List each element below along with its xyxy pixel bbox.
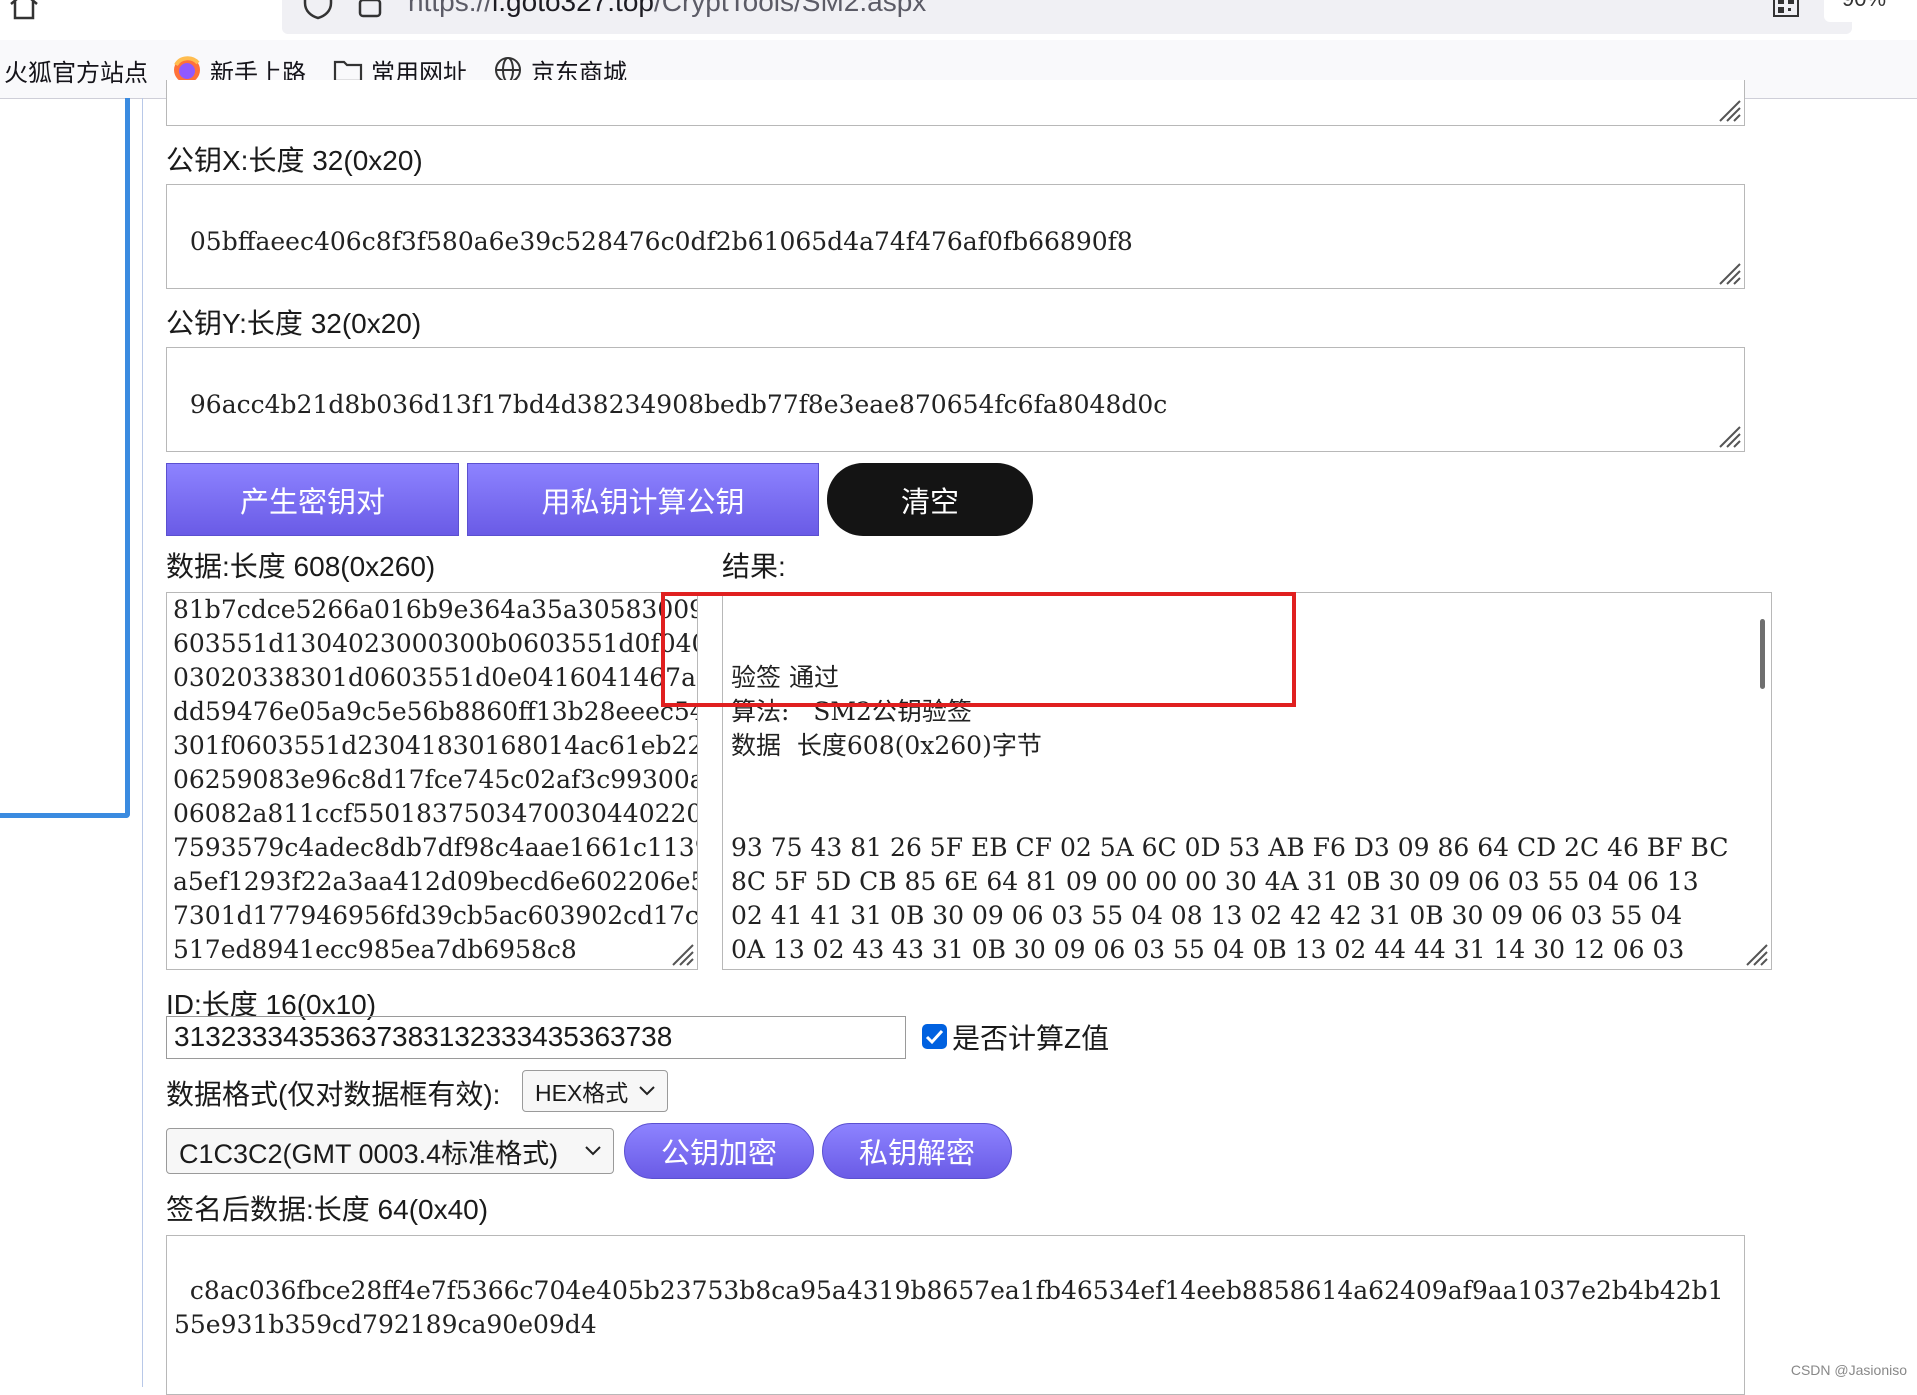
private-key-textarea[interactable]	[166, 80, 1745, 126]
chevron-down-icon	[585, 1146, 601, 1156]
resize-grip-icon[interactable]	[1715, 96, 1741, 122]
result-summary-line: 数据 长度608(0x260)字节	[731, 731, 1042, 760]
data-line: 7593579c4adec8db7df98c4aae1661c1139	[173, 833, 698, 862]
bookmark-label: 火狐官方站点	[4, 59, 148, 87]
public-key-x-label: 公钥X:长度 32(0x20)	[166, 145, 423, 176]
data-line: 517ed8941ecc985ea7db6958c8	[173, 935, 577, 964]
calc-z-label: 是否计算Z值	[952, 1023, 1110, 1054]
url-text[interactable]: https://l.goto327.top/CryptTools/SM2.asp…	[408, 0, 926, 18]
qr-code-icon[interactable]	[1772, 0, 1800, 18]
data-line: 301f0603551d23041830168014ac61eb228	[173, 731, 698, 760]
result-label: 结果:	[722, 551, 786, 582]
data-line: dd59476e05a9c5e56b8860ff13b28eeec54	[173, 697, 698, 726]
public-key-y-value: 96acc4b21d8b036d13f17bd4d38234908bedb77f…	[189, 390, 1168, 419]
result-hex-line: 0A 13 02 43 43 31 0B 30 09 06 03 55 04 0…	[731, 935, 1685, 964]
home-icon[interactable]	[8, 0, 40, 20]
page-divider	[142, 98, 143, 1387]
data-line: 06259083e96c8d17fce745c02af3c99300a	[173, 765, 698, 794]
generate-keypair-button[interactable]: 产生密钥对	[166, 463, 459, 536]
data-format-select[interactable]: HEX格式	[522, 1070, 668, 1112]
public-key-x-value: 05bffaeec406c8f3f580a6e39c528476c0df2b61…	[189, 227, 1133, 256]
data-format-label: 数据格式(仅对数据框有效):	[166, 1079, 501, 1110]
calc-z-checkbox[interactable]	[922, 1024, 947, 1049]
cipher-format-select[interactable]: C1C3C2(GMT 0003.4标准格式)	[166, 1128, 614, 1174]
data-line: 81b7cdce5266a016b9e364a35a30583009	[173, 595, 698, 624]
compute-public-key-button[interactable]: 用私钥计算公钥	[467, 463, 819, 536]
resize-grip-icon[interactable]	[668, 940, 694, 966]
id-input[interactable]: 31323334353637383132333435363738	[166, 1016, 906, 1059]
cipher-format-value: C1C3C2(GMT 0003.4标准格式)	[179, 1138, 559, 1169]
lock-icon[interactable]	[357, 0, 383, 20]
result-hex-dump: 93 75 43 81 26 5F EB CF 02 5A 6C 0D 53 A…	[731, 831, 1763, 969]
signature-value: c8ac036fbce28ff4e7f5366c704e405b23753b8c…	[174, 1276, 1724, 1339]
chevron-down-icon	[639, 1086, 655, 1096]
zoom-level[interactable]: 90%	[1824, 0, 1904, 22]
data-lines: 81b7cdce5266a016b9e364a35a30583009 603551…	[173, 593, 698, 967]
result-hex-line: 55 04 03 13 0B 73 65 72 76 65 72 20 73 6…	[731, 967, 1763, 969]
bookmark-firefox-official[interactable]: 火狐官方站点	[4, 52, 148, 88]
checkmark-icon	[925, 1029, 944, 1045]
highlight-red-box	[661, 592, 1296, 707]
result-scrollbar[interactable]	[1760, 619, 1765, 689]
watermark: CSDN @Jasioniso	[1790, 1362, 1907, 1378]
public-key-y-label: 公钥Y:长度 32(0x20)	[166, 308, 422, 339]
data-format-value: HEX格式	[535, 1080, 629, 1106]
public-key-x-textarea[interactable]: 05bffaeec406c8f3f580a6e39c528476c0df2b61…	[166, 184, 1745, 289]
signature-label: 签名后数据:长度 64(0x40)	[166, 1194, 489, 1225]
data-line: 7301d177946956fd39cb5ac603902cd17c7	[173, 901, 698, 930]
tracking-shield-icon[interactable]	[303, 0, 333, 20]
result-hex-line: 02 41 41 31 0B 30 09 06 03 55 04 08 13 0…	[731, 901, 1683, 930]
left-side-frame	[0, 98, 130, 818]
data-line: 603551d1304023000300b0603551d0f0404	[173, 629, 698, 658]
result-hex-line: 8C 5F 5D CB 85 6E 64 81 09 00 00 00 30 4…	[731, 867, 1699, 896]
data-textarea[interactable]: 81b7cdce5266a016b9e364a35a30583009 603551…	[166, 592, 698, 970]
result-hex-line: 93 75 43 81 26 5F EB CF 02 5A 6C 0D 53 A…	[731, 833, 1729, 862]
data-line: 03020338301d0603551d0e0416041467a5a	[173, 663, 698, 692]
resize-grip-icon[interactable]	[1742, 940, 1768, 966]
public-key-encrypt-button[interactable]: 公钥加密	[624, 1123, 814, 1179]
public-key-y-textarea[interactable]: 96acc4b21d8b036d13f17bd4d38234908bedb77f…	[166, 347, 1745, 452]
private-key-decrypt-button[interactable]: 私钥解密	[822, 1123, 1012, 1179]
data-line: 06082a811ccf55018375034700304402204	[173, 799, 698, 828]
clear-button[interactable]: 清空	[827, 463, 1033, 536]
resize-grip-icon[interactable]	[1715, 259, 1741, 285]
signature-textarea[interactable]: c8ac036fbce28ff4e7f5366c704e405b23753b8c…	[166, 1235, 1745, 1395]
data-label: 数据:长度 608(0x260)	[166, 551, 436, 582]
resize-grip-icon[interactable]	[1715, 422, 1741, 448]
data-line: a5ef1293f22a3aa412d09becd6e602206e5	[173, 867, 698, 896]
